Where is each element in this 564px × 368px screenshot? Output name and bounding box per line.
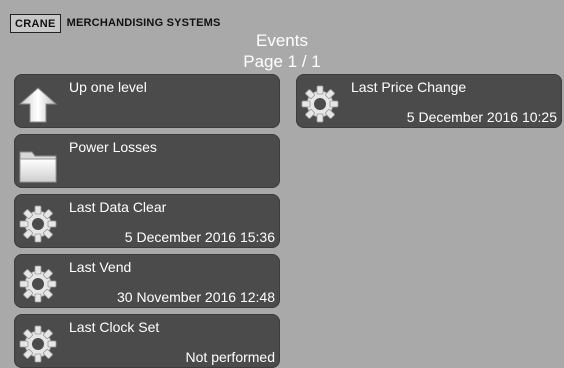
tile-value: 30 November 2016 12:48 — [117, 289, 275, 305]
tile-label: Last Clock Set — [69, 319, 160, 335]
page-indicator: Page 1 / 1 — [243, 52, 321, 71]
power-losses-button[interactable]: Power Losses — [14, 134, 280, 188]
folder-icon — [18, 144, 58, 184]
tile-value: Not performed — [185, 349, 275, 365]
crane-logo: CRANE MERCHANDISING SYSTEMS — [10, 13, 221, 33]
tile-label: Up one level — [69, 79, 147, 95]
last-price-change-button[interactable]: Last Price Change 5 December 2016 10:25 — [296, 74, 562, 128]
tile-label: Last Data Clear — [69, 199, 167, 215]
logo-brand: CRANE — [10, 13, 61, 33]
tile-value: 5 December 2016 15:36 — [124, 229, 275, 245]
last-data-clear-button[interactable]: Last Data Clear 5 December 2016 15:36 — [14, 194, 280, 248]
tile-label: Last Vend — [69, 259, 132, 275]
page-title: Events — [256, 31, 308, 50]
tile-label: Last Price Change — [351, 79, 467, 95]
gear-icon — [18, 204, 58, 244]
gear-icon — [18, 324, 58, 364]
last-vend-button[interactable]: Last Vend 30 November 2016 12:48 — [14, 254, 280, 308]
logo-subtitle: MERCHANDISING SYSTEMS — [66, 17, 221, 29]
tile-label: Power Losses — [69, 139, 157, 155]
gear-icon — [18, 264, 58, 304]
tile-value: 5 December 2016 10:25 — [406, 109, 557, 125]
last-clock-set-button[interactable]: Last Clock Set Not performed — [14, 314, 280, 368]
gear-icon — [300, 84, 340, 124]
up-arrow-icon — [18, 84, 58, 124]
up-one-level-button[interactable]: Up one level — [14, 74, 280, 128]
